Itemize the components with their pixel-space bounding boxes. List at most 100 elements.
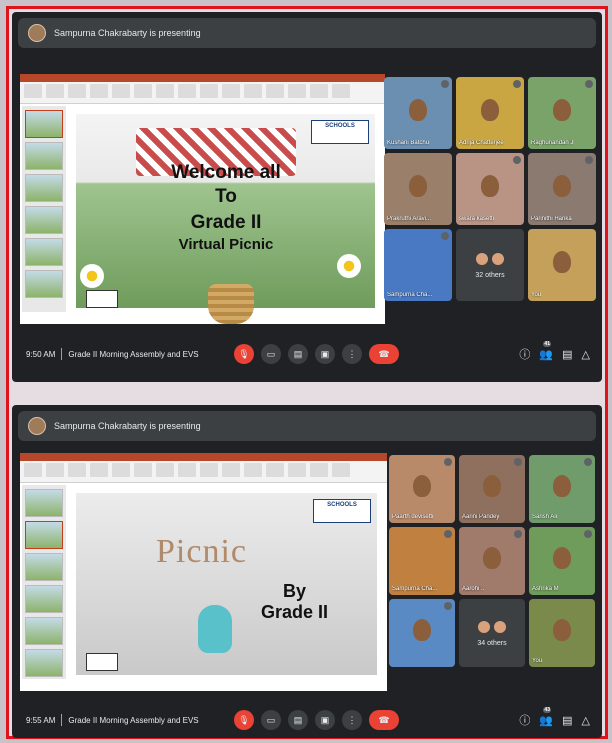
info-icon[interactable]: ⓘ	[519, 712, 530, 728]
others-count: 32 others	[475, 271, 505, 279]
slide-thumbnail	[25, 649, 63, 677]
camera-toggle-button[interactable]: ▭	[261, 710, 281, 730]
mic-off-icon	[441, 80, 449, 88]
participant-grid: Paarth devisetti Aarini Pandey Sarish Al…	[389, 455, 595, 667]
mic-toggle-button[interactable]: 🎙	[234, 344, 254, 364]
participant-tile[interactable]: Raghunandan J	[528, 77, 596, 149]
powerpoint-ribbon	[20, 461, 387, 483]
people-icon[interactable]: 👥 41	[539, 340, 553, 361]
mic-off-icon	[584, 458, 592, 466]
participant-tile[interactable]: Sampurna Cha...	[384, 229, 452, 301]
presenting-bar: Sampurna Chakrabarty is presenting	[18, 411, 596, 441]
slide-thumbnail	[25, 553, 63, 581]
basket-image	[208, 284, 254, 324]
mic-off-icon	[585, 156, 593, 164]
slide-subtitle: By Grade II	[261, 581, 329, 622]
meeting-title: Grade II Morning Assembly and EVS	[68, 715, 199, 725]
slide-thumbnail	[25, 142, 63, 170]
self-view-tile[interactable]: You	[529, 599, 595, 667]
slide-thumbnails	[22, 106, 66, 312]
chat-icon[interactable]: ▤	[562, 714, 572, 727]
info-icon[interactable]: ⓘ	[519, 346, 530, 362]
more-options-button[interactable]: ⋮	[342, 344, 362, 364]
call-controls: 🎙 ▭ ▤ ▣ ⋮ ☎	[234, 344, 399, 364]
slide-thumbnail	[25, 617, 63, 645]
hang-up-icon: ☎	[378, 714, 390, 725]
presenting-bar: Sampurna Chakrabarty is presenting	[18, 18, 596, 48]
captions-icon: ▤	[293, 348, 303, 359]
participant-tile[interactable]: Aarini Pandey	[459, 455, 525, 523]
meeting-time: 9:50 AM	[26, 349, 56, 359]
slide-thumbnail	[25, 174, 63, 202]
participant-tile[interactable]: Sarish Ali	[529, 455, 595, 523]
mic-off-icon	[584, 530, 592, 538]
self-view-tile[interactable]: You	[528, 229, 596, 301]
participant-tile[interactable]: swara kasetti	[456, 153, 524, 225]
hang-up-icon: ☎	[378, 348, 390, 359]
participant-tile[interactable]: Kushani Batchu	[384, 77, 452, 149]
captions-button[interactable]: ▤	[288, 344, 308, 364]
mic-off-icon	[513, 80, 521, 88]
presenter-avatar	[28, 24, 46, 42]
school-logo: SCHOOLS	[311, 120, 369, 144]
camera-off-icon: ▭	[266, 714, 276, 725]
slide-thumbnail	[25, 238, 63, 266]
leave-call-button[interactable]: ☎	[369, 344, 399, 364]
presenting-text: Sampurna Chakrabarty is presenting	[54, 28, 201, 38]
participant-tile[interactable]: Aarohi ..	[459, 527, 525, 595]
slide-thumbnails	[22, 485, 66, 679]
participant-tile[interactable]: Ashrika M	[529, 527, 595, 595]
powerpoint-ribbon	[20, 82, 385, 104]
activities-icon[interactable]: △	[582, 714, 590, 727]
mic-off-icon: 🎙	[238, 714, 250, 725]
shared-screen[interactable]: SCHOOLS Picnic By Grade II	[20, 453, 387, 691]
camera-off-icon: ▭	[266, 348, 276, 359]
present-button[interactable]: ▣	[315, 344, 335, 364]
participant-tile[interactable]	[389, 599, 455, 667]
mic-off-icon	[513, 156, 521, 164]
mic-off-icon	[444, 458, 452, 466]
slide-thumbnail	[25, 206, 63, 234]
captions-button[interactable]: ▤	[288, 710, 308, 730]
participant-count-badge: 43	[543, 706, 551, 713]
slide-logo-small	[86, 290, 118, 308]
captions-icon: ▤	[293, 714, 303, 725]
present-button[interactable]: ▣	[315, 710, 335, 730]
present-icon: ▣	[320, 714, 330, 725]
mic-off-icon	[441, 232, 449, 240]
slide-thumbnail	[25, 585, 63, 613]
participant-count-badge: 41	[543, 340, 551, 347]
slide-logo-small	[86, 653, 118, 671]
leave-call-button[interactable]: ☎	[369, 710, 399, 730]
participant-tile[interactable]: Sampurna Cha...	[389, 527, 455, 595]
meet-window-2: Sampurna Chakrabarty is presenting SCHOO…	[12, 405, 602, 738]
shared-screen[interactable]: SCHOOLS Welcome all To Grade II Virtual …	[20, 74, 385, 324]
presenter-avatar	[28, 417, 46, 435]
participant-tile[interactable]: Adrija Chatterjee	[456, 77, 524, 149]
school-logo: SCHOOLS	[313, 499, 371, 523]
mic-off-icon: 🎙	[238, 348, 250, 359]
participant-tile[interactable]: Paarth devisetti	[389, 455, 455, 523]
chat-icon[interactable]: ▤	[562, 348, 572, 361]
camera-toggle-button[interactable]: ▭	[261, 344, 281, 364]
others-count: 34 others	[477, 639, 507, 647]
more-options-button[interactable]: ⋮	[342, 710, 362, 730]
slide-thumbnail	[25, 521, 63, 549]
meeting-info: 9:55 AM Grade II Morning Assembly and EV…	[26, 714, 199, 726]
activities-icon[interactable]: △	[582, 348, 590, 361]
mic-off-icon	[444, 530, 452, 538]
slide-thumbnail	[25, 110, 63, 138]
more-vert-icon: ⋮	[347, 714, 357, 725]
mic-toggle-button[interactable]: 🎙	[234, 710, 254, 730]
participant-tile[interactable]: Parinithi Harika	[528, 153, 596, 225]
call-controls: 🎙 ▭ ▤ ▣ ⋮ ☎	[234, 710, 399, 730]
slide-title: Welcome all To Grade II Virtual Picnic	[171, 162, 281, 253]
others-tile[interactable]: 32 others	[456, 229, 524, 301]
slide-title: Picnic	[156, 533, 247, 570]
meeting-toolbar: 9:55 AM Grade II Morning Assembly and EV…	[12, 702, 602, 738]
participant-tile[interactable]: Prakruthi Aravi...	[384, 153, 452, 225]
others-tile[interactable]: 34 others	[459, 599, 525, 667]
more-vert-icon: ⋮	[347, 348, 357, 359]
mic-off-icon	[444, 602, 452, 610]
people-icon[interactable]: 👥 43	[539, 706, 553, 727]
